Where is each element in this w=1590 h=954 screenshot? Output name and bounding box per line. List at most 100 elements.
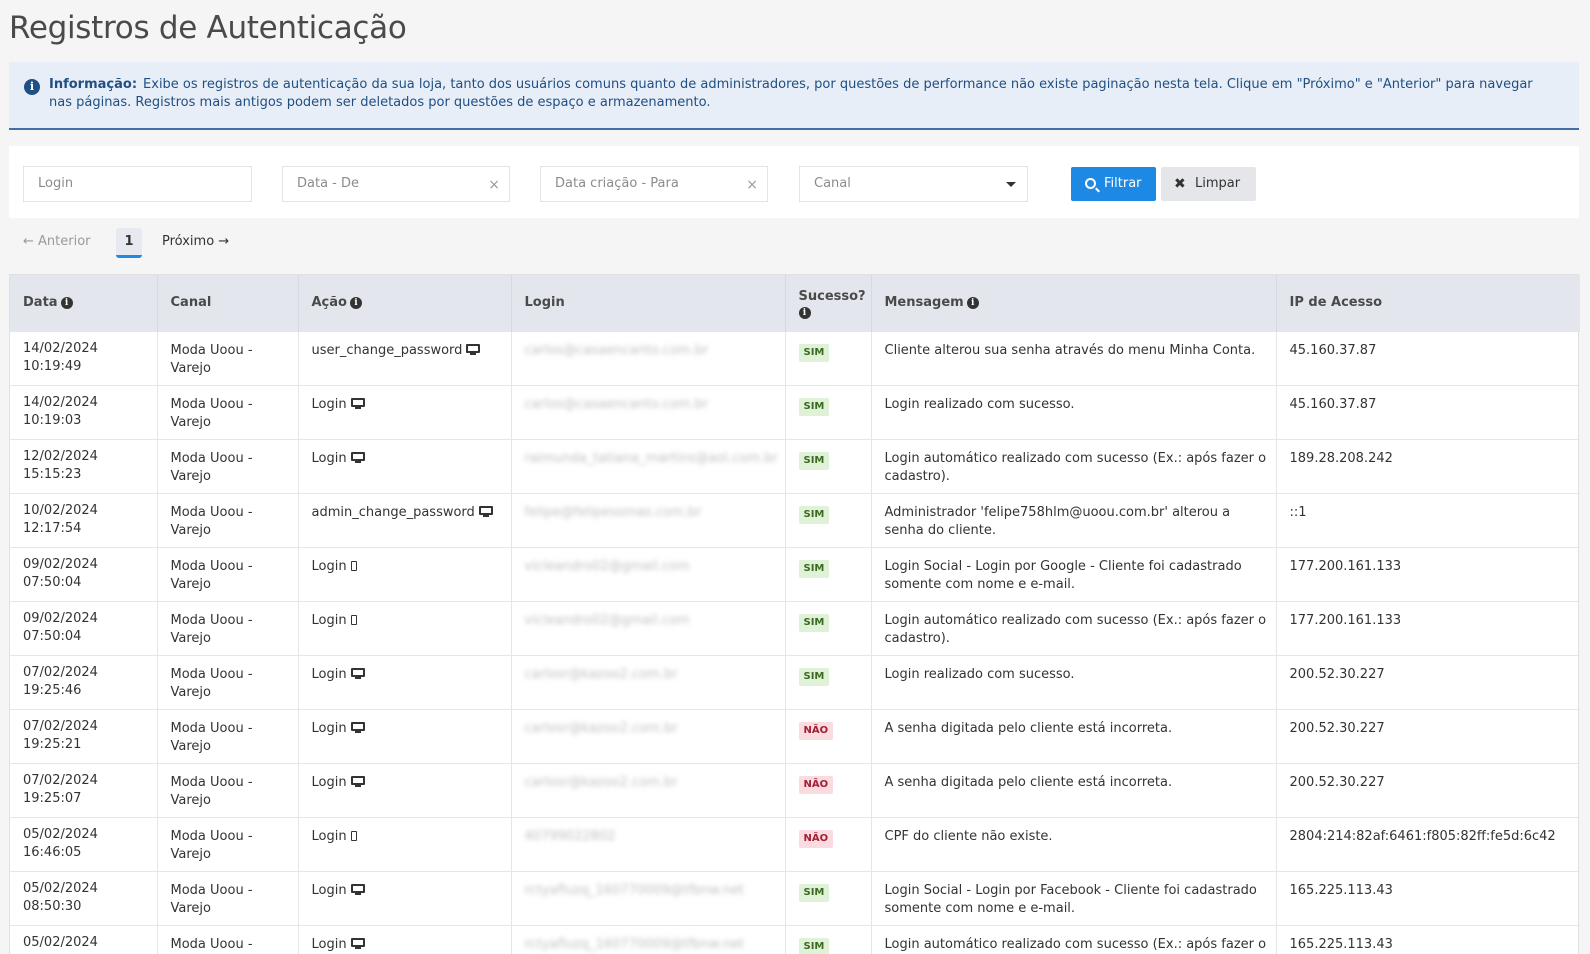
- table-row[interactable]: 05/02/2024 08:50:30 Moda Uoou - Varejo Log…: [10, 924, 1580, 954]
- info-alert: i Informação: Exibe os registros de auten…: [9, 62, 1579, 130]
- cell-ip: 200.52.30.227: [1276, 762, 1580, 817]
- table-row[interactable]: 07/02/2024 19:25:46 Moda Uoou - Varejo Log…: [10, 654, 1580, 709]
- status-badge: SIM: [798, 451, 830, 470]
- col-ip-label: IP de Acesso: [1289, 295, 1383, 311]
- col-message-header[interactable]: Mensagem i: [871, 275, 1277, 331]
- table-row[interactable]: 09/02/2024 07:50:04 Moda Uoou - Varejo Log…: [10, 600, 1580, 655]
- cell-message: Login realizado com sucesso.: [871, 654, 1277, 709]
- table-header-row: Data i Canal Ação i Login Sucesso? i Mensag…: [10, 275, 1580, 331]
- action-value: Login: [311, 666, 347, 682]
- cell-date: 05/02/2024 16:46:05: [10, 816, 158, 871]
- ip-value: ::1: [1289, 504, 1307, 520]
- prev-page-link[interactable]: ← Anterior: [23, 234, 91, 249]
- ip-value: 2804:214:82af:6461:f805:82ff:fe5d:6c42: [1289, 828, 1556, 844]
- current-page[interactable]: 1: [116, 228, 142, 258]
- login-value: 40799022802: [524, 828, 616, 844]
- table-row[interactable]: 10/02/2024 12:17:54 Moda Uoou - Varejo adm…: [10, 492, 1580, 547]
- action-value: Login: [311, 558, 347, 574]
- next-page-link[interactable]: Próximo →: [162, 234, 229, 249]
- clear-button[interactable]: ✖ Limpar: [1161, 167, 1256, 201]
- desktop-icon: [350, 397, 365, 409]
- cell-channel: Moda Uoou - Varejo: [157, 384, 299, 439]
- message-value: A senha digitada pelo cliente está incor…: [884, 720, 1173, 736]
- channel-value: Moda Uoou - Varejo: [170, 720, 253, 754]
- date-from-input[interactable]: Data - De ×: [282, 166, 510, 202]
- col-success-header[interactable]: Sucesso? i: [785, 275, 872, 331]
- table-row[interactable]: 09/02/2024 07:50:04 Moda Uoou - Varejo Log…: [10, 546, 1580, 601]
- cell-date: 07/02/2024 19:25:21: [10, 708, 158, 763]
- desktop-icon: [350, 883, 365, 895]
- clear-date-to-icon[interactable]: ×: [746, 168, 758, 202]
- cell-date: 09/02/2024 07:50:04: [10, 600, 158, 655]
- cell-success: SIM: [785, 384, 872, 439]
- cell-action: Login: [298, 708, 512, 763]
- login-value: vicleandro02@gmail.com: [524, 612, 690, 628]
- date-value: 14/02/2024 10:19:03: [23, 395, 98, 428]
- cell-message: A senha digitada pelo cliente está incor…: [871, 762, 1277, 817]
- message-value: Login realizado com sucesso.: [884, 666, 1075, 682]
- search-icon: [1085, 178, 1096, 189]
- table-row[interactable]: 07/02/2024 19:25:07 Moda Uoou - Varejo Log…: [10, 762, 1580, 817]
- cell-message: Cliente alterou sua senha através do men…: [871, 330, 1277, 385]
- status-badge: SIM: [798, 667, 830, 686]
- login-value: felipe@felipesomas.com.br: [524, 504, 702, 520]
- info-icon[interactable]: i: [349, 296, 362, 309]
- close-icon: ✖: [1174, 176, 1186, 192]
- cell-success: NÃO: [785, 816, 872, 871]
- col-action-header[interactable]: Ação i: [298, 275, 512, 331]
- cell-success: SIM: [785, 600, 872, 655]
- table-row[interactable]: 14/02/2024 10:19:49 Moda Uoou - Varejo use…: [10, 330, 1580, 385]
- login-value: rctyafluzq_160770009@tfbnw.net: [524, 936, 744, 952]
- message-value: Login Social - Login por Facebook - Clie…: [884, 882, 1257, 916]
- table-row[interactable]: 12/02/2024 15:15:23 Moda Uoou - Varejo Log…: [10, 438, 1580, 493]
- cell-message: CPF do cliente não existe.: [871, 816, 1277, 871]
- status-badge: SIM: [798, 883, 830, 902]
- info-icon[interactable]: i: [966, 296, 979, 309]
- date-value: 09/02/2024 07:50:04: [23, 611, 98, 644]
- status-badge: NÃO: [798, 829, 834, 848]
- action-value: Login: [311, 936, 347, 952]
- cell-ip: 165.225.113.43: [1276, 870, 1580, 925]
- col-channel-header[interactable]: Canal: [157, 275, 299, 331]
- desktop-icon: [350, 937, 365, 949]
- cell-channel: Moda Uoou - Varejo: [157, 762, 299, 817]
- info-icon[interactable]: i: [60, 296, 73, 309]
- col-ip-header[interactable]: IP de Acesso: [1276, 275, 1580, 331]
- filter-button[interactable]: Filtrar: [1071, 167, 1156, 201]
- mobile-icon: [350, 830, 357, 841]
- table-row[interactable]: 07/02/2024 19:25:21 Moda Uoou - Varejo Log…: [10, 708, 1580, 763]
- cell-date: 14/02/2024 10:19:49: [10, 330, 158, 385]
- cell-channel: Moda Uoou - Varejo: [157, 600, 299, 655]
- date-value: 09/02/2024 07:50:04: [23, 557, 98, 590]
- info-icon[interactable]: i: [798, 307, 811, 320]
- cell-ip: 165.225.113.43: [1276, 924, 1580, 954]
- channel-value: Moda Uoou - Varejo: [170, 828, 253, 862]
- table-row[interactable]: 05/02/2024 08:50:30 Moda Uoou - Varejo Log…: [10, 870, 1580, 925]
- col-message-label: Mensagem: [884, 295, 964, 311]
- status-badge: SIM: [798, 397, 830, 416]
- date-value: 07/02/2024 19:25:07: [23, 773, 98, 806]
- login-input[interactable]: Login: [23, 166, 252, 202]
- col-login-header[interactable]: Login: [511, 275, 786, 331]
- date-value: 05/02/2024 08:50:30: [23, 881, 98, 914]
- channel-select[interactable]: Canal: [799, 166, 1028, 202]
- table-row[interactable]: 05/02/2024 16:46:05 Moda Uoou - Varejo Log…: [10, 816, 1580, 871]
- ip-value: 200.52.30.227: [1289, 666, 1385, 682]
- ip-value: 189.28.208.242: [1289, 450, 1393, 466]
- cell-message: Login realizado com sucesso.: [871, 384, 1277, 439]
- date-to-input[interactable]: Data criação - Para ×: [540, 166, 768, 202]
- cell-login: carlosr@kazoo2.com.br: [511, 654, 786, 709]
- status-badge: SIM: [798, 937, 830, 954]
- cell-action: Login: [298, 870, 512, 925]
- cell-success: SIM: [785, 492, 872, 547]
- cell-action: user_change_password: [298, 330, 512, 385]
- table-row[interactable]: 14/02/2024 10:19:03 Moda Uoou - Varejo Log…: [10, 384, 1580, 439]
- col-date-header[interactable]: Data i: [10, 275, 158, 331]
- cell-success: SIM: [785, 546, 872, 601]
- channel-value: Moda Uoou - Varejo: [170, 666, 253, 700]
- clear-date-from-icon[interactable]: ×: [488, 168, 500, 202]
- desktop-icon: [350, 721, 365, 733]
- cell-channel: Moda Uoou - Varejo: [157, 330, 299, 385]
- col-login-label: Login: [524, 295, 565, 311]
- cell-date: 07/02/2024 19:25:46: [10, 654, 158, 709]
